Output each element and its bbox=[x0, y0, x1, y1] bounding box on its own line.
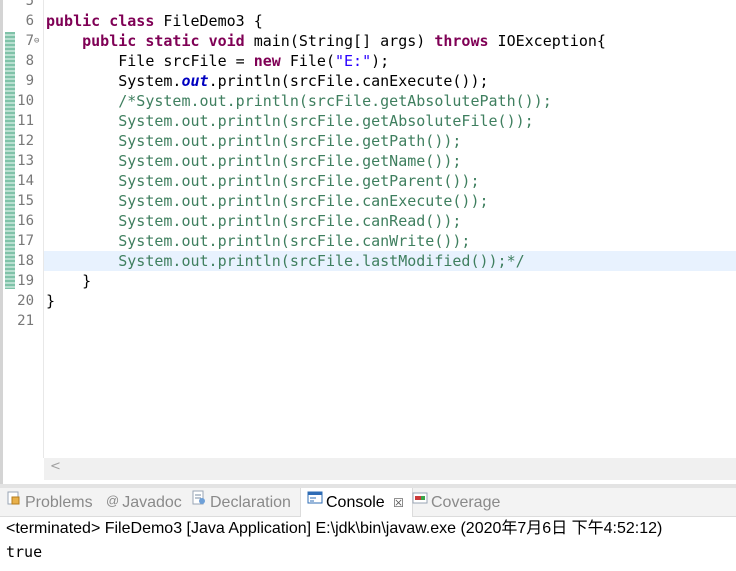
line-number: 17 bbox=[17, 233, 34, 249]
line-number: 13 bbox=[17, 153, 34, 169]
line-number: 5 bbox=[25, 0, 34, 9]
line-number: 21 bbox=[17, 313, 34, 329]
code-line-10: 10 /*System.out.println(srcFile.getAbsol… bbox=[0, 91, 736, 111]
line-number: 6 bbox=[25, 13, 34, 29]
close-icon[interactable]: ☒ bbox=[393, 496, 404, 510]
line-number: 18 bbox=[17, 253, 34, 269]
code-line-20: 20 } bbox=[0, 291, 736, 311]
tab-declaration[interactable]: Declaration bbox=[191, 488, 291, 516]
problems-icon bbox=[6, 487, 22, 517]
code-text: public static void main(String[] args) t… bbox=[82, 32, 606, 50]
code-line-11: 11 System.out.println(srcFile.getAbsolut… bbox=[0, 111, 736, 131]
javadoc-icon: @ bbox=[106, 493, 120, 508]
code-line-17: 17 System.out.println(srcFile.canWrite()… bbox=[0, 231, 736, 251]
code-text: System.out.println(srcFile.canExecute())… bbox=[118, 72, 489, 90]
line-number: 20 bbox=[17, 293, 34, 309]
console-icon bbox=[307, 487, 323, 517]
code-line-19: 19 } bbox=[0, 271, 736, 291]
line-number: 16 bbox=[17, 213, 34, 229]
tab-coverage[interactable]: Coverage bbox=[412, 488, 500, 516]
code-line-21: 21 bbox=[0, 311, 736, 331]
code-line-12: 12 System.out.println(srcFile.getPath())… bbox=[0, 131, 736, 151]
horizontal-scrollbar[interactable]: < bbox=[44, 458, 736, 480]
code-comment: System.out.println(srcFile.getAbsoluteFi… bbox=[118, 112, 534, 130]
code-text: } bbox=[82, 272, 92, 290]
code-comment: System.out.println(srcFile.lastModified(… bbox=[118, 252, 525, 270]
code-line-9: 9 System.out.println(srcFile.canExecute(… bbox=[0, 71, 736, 91]
code-line-13: 13 System.out.println(srcFile.getName())… bbox=[0, 151, 736, 171]
code-line-8: 8 File srcFile = new File("E:"); bbox=[0, 51, 736, 71]
code-line-6: 6 public class FileDemo3 { bbox=[0, 11, 736, 31]
line-number: 11 bbox=[17, 113, 34, 129]
line-number: 9 bbox=[25, 73, 34, 89]
line-number: 14 bbox=[17, 173, 34, 189]
fold-collapse-icon[interactable]: ⊖ bbox=[34, 31, 39, 51]
scroll-left-icon[interactable]: < bbox=[50, 459, 61, 474]
code-comment: System.out.println(srcFile.getName()); bbox=[118, 152, 462, 170]
line-number: 7 bbox=[25, 33, 34, 49]
tab-javadoc[interactable]: @ Javadoc bbox=[106, 488, 182, 516]
code-comment: System.out.println(srcFile.canExecute())… bbox=[118, 192, 489, 210]
code-line-14: 14 System.out.println(srcFile.getParent(… bbox=[0, 171, 736, 191]
code-text: } bbox=[46, 292, 56, 310]
code-text: File srcFile = new File("E:"); bbox=[118, 52, 390, 70]
line-number: 10 bbox=[17, 93, 34, 109]
code-line-7: 7 ⊖ public static void main(String[] arg… bbox=[0, 31, 736, 51]
coverage-icon bbox=[412, 487, 428, 517]
bottom-panel-tabs: Problems @ Javadoc Declaration Console ☒ … bbox=[0, 488, 736, 517]
line-number: 15 bbox=[17, 193, 34, 209]
line-number: 19 bbox=[17, 273, 34, 289]
tab-problems[interactable]: Problems bbox=[6, 488, 93, 516]
code-comment: System.out.println(srcFile.getParent()); bbox=[118, 172, 480, 190]
tab-console[interactable]: Console ☒ bbox=[300, 488, 413, 517]
line-number: 12 bbox=[17, 133, 34, 149]
code-editor[interactable]: 5 6 public class FileDemo3 { 7 ⊖ public … bbox=[0, 0, 736, 484]
console-output[interactable]: true bbox=[6, 541, 42, 563]
code-comment: System.out.println(srcFile.canWrite()); bbox=[118, 232, 471, 250]
code-line-16: 16 System.out.println(srcFile.canRead())… bbox=[0, 211, 736, 231]
code-comment: System.out.println(srcFile.canRead()); bbox=[118, 212, 462, 230]
code-comment: /*System.out.println(srcFile.getAbsolute… bbox=[118, 92, 552, 110]
code-comment: System.out.println(srcFile.getPath()); bbox=[118, 132, 462, 150]
declaration-icon bbox=[191, 487, 207, 517]
code-text: public class FileDemo3 { bbox=[46, 12, 263, 30]
code-line-5: 5 bbox=[0, 0, 736, 11]
console-status-line: <terminated> FileDemo3 [Java Application… bbox=[6, 520, 663, 537]
code-line-15: 15 System.out.println(srcFile.canExecute… bbox=[0, 191, 736, 211]
code-line-18: 18 System.out.println(srcFile.lastModifi… bbox=[0, 251, 736, 271]
line-number: 8 bbox=[25, 53, 34, 69]
